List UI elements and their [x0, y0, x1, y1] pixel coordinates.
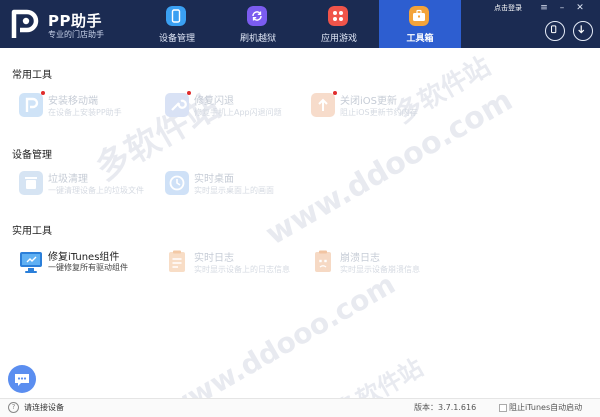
tool-name: 实时桌面: [194, 174, 234, 185]
tool-name: 关闭iOS更新: [340, 96, 397, 107]
new-badge-dot: [333, 91, 337, 95]
pp-install-icon: [19, 93, 43, 117]
tab-toolbox[interactable]: 工具箱: [379, 0, 461, 48]
new-badge-dot: [41, 91, 45, 95]
tab-label: 应用游戏: [320, 34, 357, 44]
crash-log-icon: [315, 250, 331, 272]
itunes-repair-icon: [20, 252, 42, 273]
close-icon[interactable]: ✕: [574, 3, 586, 13]
menu-icon[interactable]: ≡: [538, 3, 550, 13]
download-button[interactable]: [573, 21, 593, 41]
login-link[interactable]: 点击登录: [494, 3, 522, 13]
tool-name: 安装移动端: [48, 96, 98, 107]
new-badge-dot: [187, 91, 191, 95]
tab-label: 刷机越狱: [239, 34, 276, 44]
toolbox-icon: [409, 6, 429, 26]
section-title-utility-tools: 实用工具: [12, 226, 52, 237]
watermark-url: www.ddooo.com: [159, 267, 401, 417]
tool-description: 修复手机上App闪退问题: [194, 108, 282, 117]
trash-icon: [19, 171, 43, 195]
clock-icon: [165, 171, 189, 195]
pp-assistant-window: PP助手 专业的门店助手 设备管理 刷机越狱 应用游戏 工具箱 点击登录 ≡ –…: [0, 0, 600, 417]
wrench-icon: [165, 93, 189, 117]
tool-description: 实时显示设备上的日志信息: [194, 265, 290, 274]
section-title-common-tools: 常用工具: [12, 70, 52, 81]
chat-float-button[interactable]: [8, 365, 36, 393]
app-slogan: 专业的门店助手: [48, 30, 104, 39]
connection-status: 请连接设备: [24, 403, 64, 412]
help-icon[interactable]: ?: [8, 402, 19, 413]
tool-live-desktop[interactable]: 实时桌面 实时显示桌面上的画面: [160, 168, 310, 204]
tab-device-management[interactable]: 设备管理: [136, 0, 218, 48]
tool-description: 实时显示桌面上的画面: [194, 186, 274, 195]
log-icon: [169, 250, 185, 272]
section-title-device-management: 设备管理: [12, 150, 52, 161]
tab-flash-jailbreak[interactable]: 刷机越狱: [217, 0, 299, 48]
apps-icon: [328, 6, 348, 26]
tab-label: 工具箱: [406, 34, 434, 44]
refresh-icon: [247, 6, 267, 26]
phone-icon: [166, 6, 186, 26]
tool-name: 实时日志: [194, 253, 234, 264]
tool-junk-cleanup[interactable]: 垃圾清理 一键清理设备上的垃圾文件: [14, 168, 164, 204]
tool-live-log[interactable]: 实时日志 实时显示设备上的日志信息: [160, 247, 310, 283]
tool-name: 修复iTunes组件: [48, 252, 120, 263]
tool-name: 垃圾清理: [48, 174, 88, 185]
block-itunes-checkbox[interactable]: [499, 404, 507, 412]
top-navigation-bar: PP助手 专业的门店助手 设备管理 刷机越狱 应用游戏 工具箱 点击登录 ≡ –…: [0, 0, 600, 48]
device-icon: [551, 25, 557, 34]
tool-disable-ios-update[interactable]: 关闭iOS更新 阻止iOS更新节约内存: [306, 90, 456, 126]
app-name: PP助手: [48, 12, 102, 30]
device-button[interactable]: [545, 21, 565, 41]
tool-description: 在设备上安装PP助手: [48, 108, 122, 117]
minimize-icon[interactable]: –: [556, 3, 568, 13]
tool-fix-crash[interactable]: 修复闪退 修复手机上App闪退问题: [160, 90, 310, 126]
tool-repair-itunes[interactable]: 修复iTunes组件 一键修复所有驱动组件: [14, 247, 164, 283]
tool-description: 实时显示设备崩溃信息: [340, 265, 420, 274]
status-bar: ? 请连接设备 版本：3.7.1.616 阻止iTunes自动启动: [0, 398, 600, 417]
download-icon: [578, 25, 585, 34]
app-logo: PP助手 专业的门店助手: [8, 6, 138, 42]
chat-bubble-icon: [15, 374, 29, 386]
pp-logo-icon: [11, 9, 39, 38]
version-label: 版本：3.7.1.616: [414, 403, 477, 412]
tool-description: 一键清理设备上的垃圾文件: [48, 186, 144, 195]
tool-description: 一键修复所有驱动组件: [48, 263, 128, 272]
main-tabs: 设备管理 刷机越狱 应用游戏 工具箱: [136, 0, 461, 48]
tab-label: 设备管理: [158, 34, 195, 44]
tool-install-mobile[interactable]: 安装移动端 在设备上安装PP助手: [14, 90, 164, 126]
block-itunes-label: 阻止iTunes自动启动: [509, 403, 583, 412]
tab-apps-games[interactable]: 应用游戏: [298, 0, 380, 48]
upload-block-icon: [311, 93, 335, 117]
tool-description: 阻止iOS更新节约内存: [340, 108, 418, 117]
tool-name: 崩溃日志: [340, 253, 380, 264]
tool-crash-log[interactable]: 崩溃日志 实时显示设备崩溃信息: [306, 247, 456, 283]
tool-name: 修复闪退: [194, 96, 234, 107]
